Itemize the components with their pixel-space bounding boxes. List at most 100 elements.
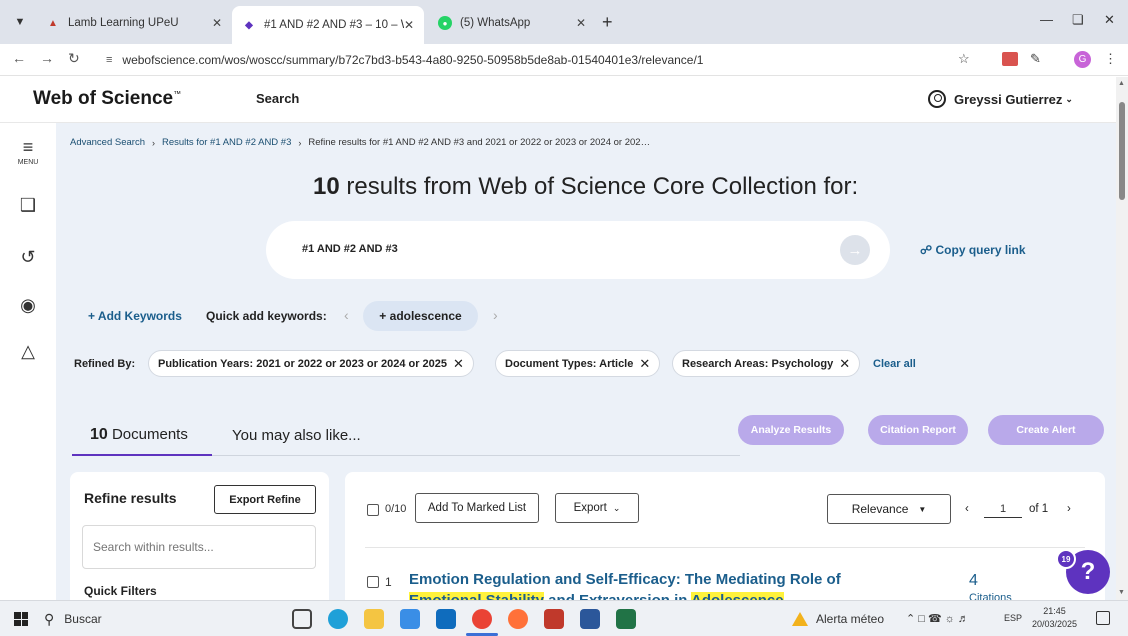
firefox-icon[interactable]: [508, 609, 528, 629]
close-icon[interactable]: ✕: [839, 356, 850, 372]
forward-icon[interactable]: →: [40, 50, 54, 66]
rail-account[interactable]: ◉: [0, 295, 56, 315]
file-explorer-icon[interactable]: [364, 609, 384, 629]
citation-report-button[interactable]: Citation Report: [868, 415, 968, 445]
extensions-icon[interactable]: ✎: [1030, 51, 1041, 67]
task-view-icon[interactable]: [292, 609, 312, 629]
quick-add-label: Quick add keywords:: [206, 309, 327, 323]
keyword-chip[interactable]: + adolescence: [363, 301, 478, 331]
export-refine-button[interactable]: Export Refine: [214, 485, 316, 514]
add-keywords-button[interactable]: + Add Keywords: [88, 309, 182, 323]
language-indicator[interactable]: ESP: [1004, 613, 1022, 623]
tab-search-icon[interactable]: ▼: [8, 10, 32, 34]
back-icon[interactable]: ←: [12, 50, 26, 66]
export-button[interactable]: Export ⌄: [555, 493, 639, 523]
chevron-right-icon[interactable]: ›: [493, 307, 498, 323]
prev-page-icon[interactable]: ‹: [965, 503, 969, 515]
sort-select[interactable]: Relevance ▼: [827, 494, 951, 524]
rail-marked-list[interactable]: ❑: [0, 195, 56, 215]
app-red-icon[interactable]: [544, 609, 564, 629]
search-within-input[interactable]: [82, 525, 316, 569]
arrow-right-icon[interactable]: →: [840, 235, 870, 265]
citation-count[interactable]: 4: [969, 572, 978, 590]
close-window-icon[interactable]: ✕: [1104, 12, 1115, 28]
analyze-results-button[interactable]: Analyze Results: [738, 415, 844, 445]
browser-tab-active[interactable]: ◆ #1 AND #2 AND #3 – 10 – Web ✕: [232, 6, 424, 44]
tab-title: #1 AND #2 AND #3 – 10 – Web: [263, 19, 404, 31]
browser-tabstrip: ▼ ▲ Lamb Learning UPeU ✕ ◆ #1 AND #2 AND…: [0, 0, 1128, 44]
close-icon[interactable]: ✕: [576, 16, 586, 30]
edge-icon[interactable]: [328, 609, 348, 629]
breadcrumb-results[interactable]: Results for #1 AND #2 AND #3: [162, 137, 291, 148]
nav-search-link[interactable]: Search: [256, 91, 299, 106]
filter-chip-years[interactable]: Publication Years: 2021 or 2022 or 2023 …: [148, 350, 474, 377]
lamb-icon: ▲: [48, 17, 58, 29]
record-checkbox[interactable]: [367, 576, 379, 588]
scroll-down-icon[interactable]: ▼: [1118, 589, 1125, 596]
browser-tab[interactable]: ● (5) WhatsApp ✕: [428, 8, 596, 38]
selected-count: 0/10: [385, 503, 407, 515]
outlook-icon[interactable]: [436, 609, 456, 629]
rail-menu[interactable]: ≡ MENU: [0, 137, 56, 166]
add-to-marked-list-button[interactable]: Add To Marked List: [415, 493, 539, 523]
scroll-up-icon[interactable]: ▲: [1118, 80, 1125, 87]
close-icon[interactable]: ✕: [212, 16, 222, 30]
filter-label: Research Areas: Psychology: [682, 357, 834, 370]
system-tray-icons[interactable]: ⌃ □ ☎ ☼ ♬: [906, 612, 969, 625]
copy-query-label: Copy query link: [935, 243, 1026, 257]
close-icon[interactable]: ✕: [404, 18, 414, 32]
user-menu[interactable]: Greyssi Gutierrez ⌄: [928, 90, 1073, 108]
weather-alert[interactable]: Alerta méteo: [792, 612, 884, 626]
results-count: 10: [313, 173, 340, 200]
chrome-icon[interactable]: [472, 609, 492, 629]
browser-tab[interactable]: ▲ Lamb Learning UPeU ✕: [36, 8, 232, 38]
word-icon[interactable]: [580, 609, 600, 629]
notification-icon[interactable]: [1096, 611, 1110, 625]
windows-start-icon[interactable]: [14, 612, 28, 626]
address-bar[interactable]: ≡ webofscience.com/wos/woscc/summary/b72…: [106, 47, 986, 73]
store-icon[interactable]: [400, 609, 420, 629]
copy-query-link[interactable]: ☍ Copy query link: [920, 243, 1026, 257]
restore-icon[interactable]: ❏: [1072, 12, 1084, 28]
tab-title: (5) WhatsApp: [460, 17, 531, 29]
new-tab-icon[interactable]: +: [602, 12, 613, 33]
next-page-icon[interactable]: ›: [1067, 503, 1071, 515]
clear-all-link[interactable]: Clear all: [873, 358, 916, 370]
filter-chip-doctype[interactable]: Document Types: Article ✕: [495, 350, 661, 377]
rail-alerts[interactable]: △: [0, 341, 56, 361]
minimize-icon[interactable]: —: [1040, 12, 1053, 27]
filter-chip-research-area[interactable]: Research Areas: Psychology ✕: [672, 350, 861, 377]
documents-label: Documents: [111, 426, 188, 443]
chevron-left-icon[interactable]: ‹: [344, 307, 349, 323]
refined-by-label: Refined By:: [74, 358, 136, 370]
profile-avatar[interactable]: G: [1074, 51, 1091, 68]
clock[interactable]: 21:45 20/03/2025: [1032, 605, 1077, 631]
close-icon[interactable]: ✕: [639, 356, 650, 372]
tab-you-may-also-like[interactable]: You may also like...: [232, 427, 361, 444]
page-number-input[interactable]: [984, 500, 1022, 518]
menu-icon: ≡: [22, 137, 34, 157]
wos-icon: ◆: [245, 19, 253, 31]
site-info-icon[interactable]: ≡: [106, 54, 112, 66]
page-title: 10 results from Web of Science Core Coll…: [313, 173, 858, 201]
warning-icon: [792, 612, 808, 626]
close-icon[interactable]: ✕: [453, 356, 464, 372]
breadcrumb-advanced-search[interactable]: Advanced Search: [70, 137, 145, 148]
select-all-checkbox[interactable]: [367, 504, 379, 516]
extension-icon[interactable]: [1002, 52, 1018, 66]
caret-down-icon: ▼: [918, 504, 927, 514]
more-menu-icon[interactable]: ⋮: [1104, 51, 1117, 67]
query-text: #1 AND #2 AND #3: [302, 243, 398, 255]
create-alert-button[interactable]: Create Alert: [988, 415, 1104, 445]
taskbar-search[interactable]: ⚲ Buscar: [44, 603, 282, 635]
rail-history[interactable]: ↺: [0, 247, 56, 267]
help-badge: 19: [1056, 549, 1076, 569]
wos-logo[interactable]: Web of Science™: [33, 88, 181, 110]
reload-icon[interactable]: ↻: [68, 50, 80, 67]
scrollbar-thumb[interactable]: [1119, 102, 1125, 200]
bookmark-star-icon[interactable]: ☆: [958, 51, 970, 67]
chevron-down-icon: ⌄: [1065, 93, 1073, 104]
excel-icon[interactable]: [616, 609, 636, 629]
tab-documents[interactable]: 10 Documents: [90, 426, 188, 444]
query-box[interactable]: #1 AND #2 AND #3 →: [266, 221, 890, 279]
